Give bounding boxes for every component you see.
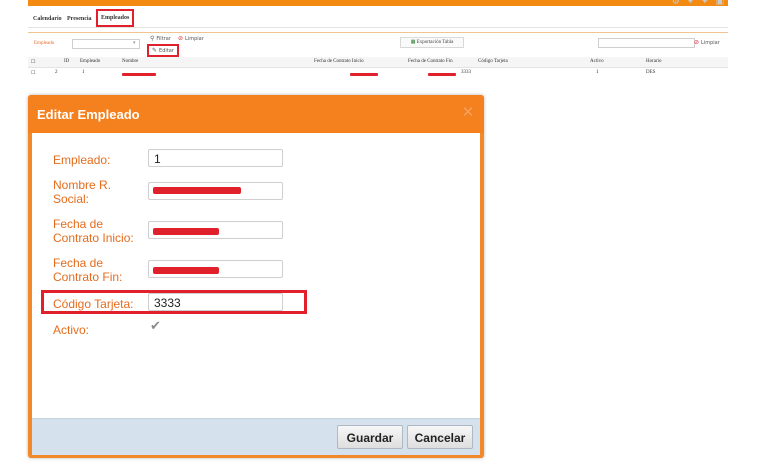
search-combo[interactable]: [598, 38, 695, 48]
table-row[interactable]: ☐ 2 1 3333 1 DES: [28, 69, 728, 79]
edit-icon: ✎: [152, 47, 158, 54]
col-horario[interactable]: Horario: [646, 59, 662, 64]
limpiar-right-button[interactable]: ⊘ Limpiar: [694, 39, 720, 46]
tab-empleados[interactable]: Empleados: [96, 9, 135, 27]
select-all-checkbox[interactable]: ☐: [31, 59, 35, 65]
empleado-combo-label: Empleado: [34, 41, 55, 46]
app-top-bar: [28, 0, 728, 6]
limpiar-button[interactable]: ⊘ Limpiar: [178, 35, 204, 42]
tab-presencia[interactable]: Presencia: [64, 13, 95, 26]
cell-horario: DES: [646, 70, 656, 75]
empleado-label: Empleado:: [53, 153, 111, 167]
editar-button[interactable]: ✎ Editar: [147, 44, 179, 57]
clear-icon: ⊘: [178, 35, 184, 42]
guardar-button[interactable]: Guardar: [337, 425, 403, 449]
dialog-footer: Guardar Cancelar: [32, 418, 480, 455]
combo-arrow-icon[interactable]: ▾: [133, 40, 136, 46]
row-checkbox[interactable]: ☐: [31, 70, 35, 76]
redaction-mark: [153, 228, 219, 235]
export-table-button[interactable]: ▦ Exportación Tabla: [400, 37, 464, 48]
redacted-nombre: [122, 73, 156, 76]
fecha-inicio-label: Fecha de Contrato Inicio:: [53, 217, 134, 245]
filter-icon: ⚲: [150, 35, 155, 42]
col-empleado[interactable]: Empleado: [80, 59, 100, 64]
cell-activo: 1: [596, 70, 599, 75]
col-fecha-fin[interactable]: Fecha de Contrato Fin: [408, 59, 453, 64]
fecha-fin-label: Fecha de Contrato Fin:: [53, 256, 123, 284]
fecha-inicio-field[interactable]: [148, 221, 283, 239]
limpiar-right-label: Limpiar: [701, 40, 720, 46]
redaction-mark: [153, 187, 241, 194]
clear-right-icon: ⊘: [694, 39, 700, 46]
grid-header: ☐ ID Empleado Nombre Fecha de Contrato I…: [28, 57, 728, 68]
col-id[interactable]: ID: [64, 59, 69, 64]
col-codigo[interactable]: Código Tarjeta: [478, 59, 508, 64]
excel-icon: ▦: [410, 40, 416, 45]
nombre-field[interactable]: [148, 182, 283, 200]
fecha-fin-field[interactable]: [148, 260, 283, 278]
cell-empleado: 1: [82, 70, 85, 75]
editar-label: Editar: [159, 48, 174, 54]
dialog-title: Editar Empleado: [37, 107, 140, 122]
activo-checkbox[interactable]: ✔: [150, 319, 161, 334]
nombre-label: Nombre R. Social:: [53, 178, 112, 206]
close-icon[interactable]: ✕: [461, 105, 475, 120]
toolbar: Empleado ▾ ⚲ Filtrar ⊘ Limpiar ✎ Editar ▦ E…: [28, 32, 728, 58]
dialog-title-bar: Editar Empleado ✕: [28, 95, 484, 133]
top-icons[interactable]: ⚙ ✦ ✦ ▣: [672, 0, 726, 7]
cancelar-button[interactable]: Cancelar: [407, 425, 473, 449]
redaction-mark: [153, 267, 219, 274]
col-fecha-inicio[interactable]: Fecha de Contrato Inicio: [314, 59, 364, 64]
tab-bar: Calendario Presencia Empleados: [28, 9, 728, 28]
export-label: Exportación Tabla: [416, 40, 454, 45]
cell-codigo: 3333: [461, 70, 471, 75]
filtrar-button[interactable]: ⚲ Filtrar: [150, 35, 171, 42]
edit-employee-dialog: Editar Empleado ✕ Empleado: 1 Nombre R. …: [28, 95, 484, 458]
annotation-highlight: [41, 290, 307, 314]
empleado-field[interactable]: 1: [148, 149, 283, 167]
redacted-fecha-fin: [428, 73, 456, 76]
redacted-fecha-inicio: [350, 73, 378, 76]
limpiar-label: Limpiar: [185, 36, 204, 42]
cell-id: 2: [55, 70, 58, 75]
activo-label: Activo:: [53, 323, 90, 337]
filtrar-label: Filtrar: [156, 36, 171, 42]
tab-calendario[interactable]: Calendario: [30, 13, 65, 26]
col-nombre[interactable]: Nombre: [122, 59, 138, 64]
dialog-body: Empleado: 1 Nombre R. Social: Fecha de C…: [32, 133, 480, 418]
col-activo[interactable]: Activo: [590, 59, 604, 64]
empleado-combo[interactable]: [72, 39, 140, 49]
